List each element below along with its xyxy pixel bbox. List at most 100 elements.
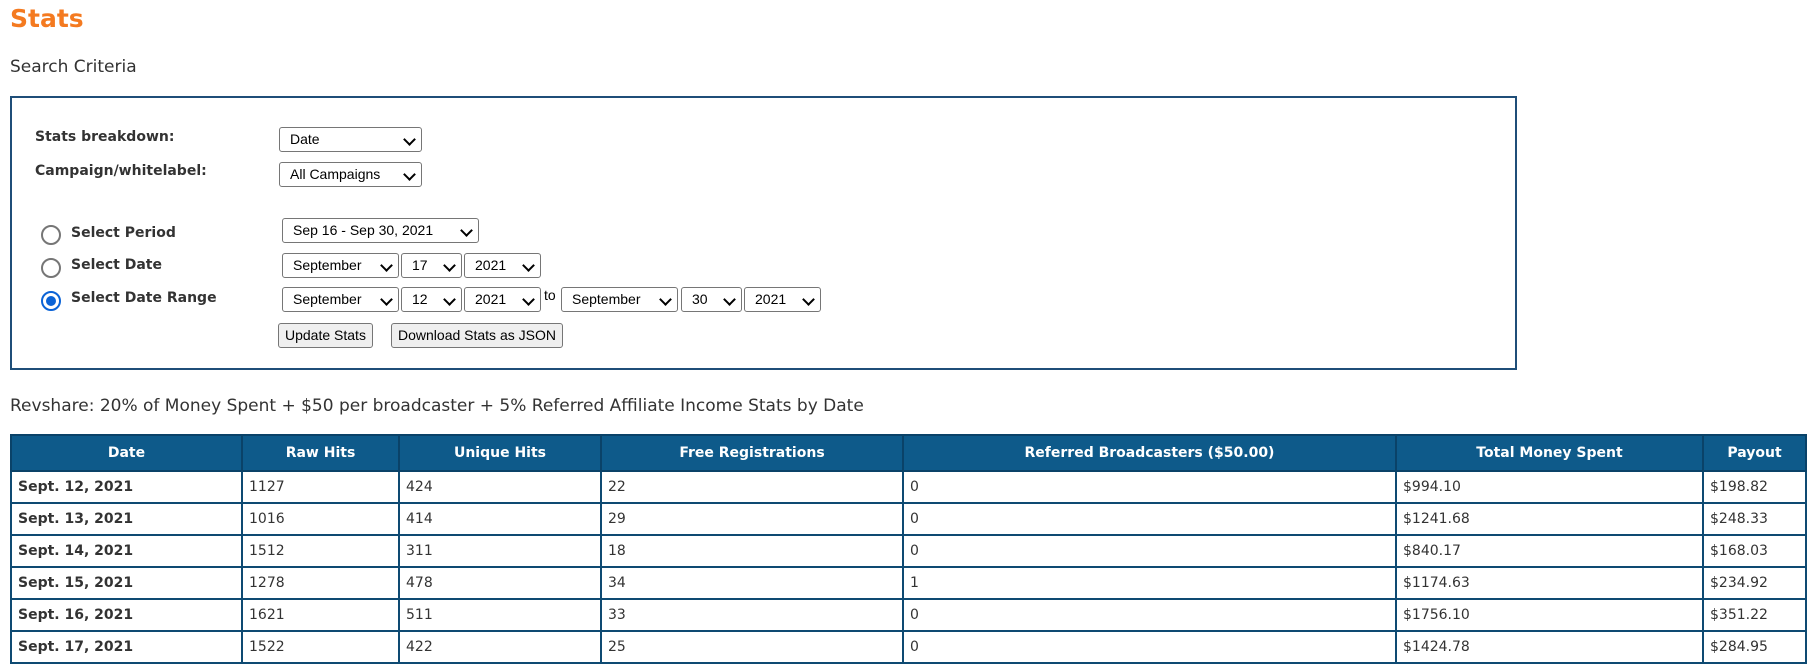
cell-total-money-spent: $1241.68 (1395, 502, 1704, 536)
header-total-money-spent[interactable]: Total Money Spent (1395, 434, 1704, 472)
range-from-month-select[interactable]: September (282, 287, 399, 312)
search-criteria-box: Stats breakdown: Date Campaign/whitelabe… (10, 96, 1517, 370)
table-row: Sept. 12, 2021 1127 424 22 0 $994.10 $19… (10, 470, 1807, 504)
update-stats-button[interactable]: Update Stats (278, 323, 373, 348)
select-date-range-label: Select Date Range (71, 290, 217, 306)
date-year-value: 2021 (475, 257, 507, 273)
download-json-button[interactable]: Download Stats as JSON (391, 323, 563, 348)
chevron-down-icon (802, 293, 815, 306)
cell-payout: $248.33 (1702, 502, 1807, 536)
table-header-row: Date Raw Hits Unique Hits Free Registrat… (10, 434, 1807, 472)
cell-unique-hits: 478 (398, 566, 602, 600)
chevron-down-icon (403, 168, 416, 181)
header-payout[interactable]: Payout (1702, 434, 1807, 472)
cell-total-money-spent: $1756.10 (1395, 598, 1704, 632)
range-to-year-value: 2021 (755, 291, 787, 307)
range-to-day-select[interactable]: 30 (681, 287, 742, 312)
cell-total-money-spent: $994.10 (1395, 470, 1704, 504)
chevron-down-icon (443, 293, 456, 306)
cell-referred-broadcasters: 0 (902, 470, 1397, 504)
page-title: Stats (10, 4, 84, 33)
chevron-down-icon (460, 224, 473, 237)
range-from-month-value: September (293, 291, 362, 307)
chevron-down-icon (522, 293, 535, 306)
chevron-down-icon (443, 259, 456, 272)
range-to-day-value: 30 (692, 291, 708, 307)
cell-payout: $284.95 (1702, 630, 1807, 664)
campaign-label: Campaign/whitelabel: (35, 163, 207, 179)
range-from-day-select[interactable]: 12 (401, 287, 462, 312)
chevron-down-icon (380, 293, 393, 306)
range-to-year-select[interactable]: 2021 (744, 287, 821, 312)
cell-payout: $351.22 (1702, 598, 1807, 632)
header-date[interactable]: Date (10, 434, 243, 472)
select-date-range-radio[interactable] (41, 291, 61, 311)
cell-unique-hits: 422 (398, 630, 602, 664)
cell-date: Sept. 17, 2021 (10, 630, 243, 664)
cell-unique-hits: 424 (398, 470, 602, 504)
search-criteria-title: Search Criteria (10, 57, 137, 77)
chevron-down-icon (380, 259, 393, 272)
period-value: Sep 16 - Sep 30, 2021 (293, 222, 434, 238)
select-date-label: Select Date (71, 257, 162, 273)
range-to-word: to (544, 287, 556, 303)
campaign-select[interactable]: All Campaigns (279, 162, 422, 187)
header-raw-hits[interactable]: Raw Hits (241, 434, 400, 472)
select-date-radio[interactable] (41, 258, 61, 278)
cell-free-registrations: 29 (600, 502, 904, 536)
date-day-value: 17 (412, 257, 428, 273)
cell-referred-broadcasters: 0 (902, 502, 1397, 536)
table-row: Sept. 14, 2021 1512 311 18 0 $840.17 $16… (10, 534, 1807, 568)
cell-raw-hits: 1522 (241, 630, 400, 664)
stats-breakdown-value: Date (290, 131, 320, 147)
cell-date: Sept. 14, 2021 (10, 534, 243, 568)
chevron-down-icon (522, 259, 535, 272)
cell-payout: $234.92 (1702, 566, 1807, 600)
table-row: Sept. 15, 2021 1278 478 34 1 $1174.63 $2… (10, 566, 1807, 600)
range-from-year-select[interactable]: 2021 (464, 287, 541, 312)
cell-raw-hits: 1127 (241, 470, 400, 504)
revshare-title: Revshare: 20% of Money Spent + $50 per b… (10, 396, 864, 416)
stats-table: Date Raw Hits Unique Hits Free Registrat… (10, 434, 1807, 664)
cell-referred-broadcasters: 0 (902, 534, 1397, 568)
chevron-down-icon (723, 293, 736, 306)
select-period-radio[interactable] (41, 225, 61, 245)
cell-total-money-spent: $1174.63 (1395, 566, 1704, 600)
cell-raw-hits: 1278 (241, 566, 400, 600)
stats-breakdown-label: Stats breakdown: (35, 129, 175, 145)
cell-total-money-spent: $1424.78 (1395, 630, 1704, 664)
date-day-select[interactable]: 17 (401, 253, 462, 278)
cell-raw-hits: 1016 (241, 502, 400, 536)
cell-referred-broadcasters: 0 (902, 598, 1397, 632)
cell-date: Sept. 16, 2021 (10, 598, 243, 632)
cell-unique-hits: 511 (398, 598, 602, 632)
date-year-select[interactable]: 2021 (464, 253, 541, 278)
date-month-value: September (293, 257, 362, 273)
header-unique-hits[interactable]: Unique Hits (398, 434, 602, 472)
stats-breakdown-select[interactable]: Date (279, 127, 422, 152)
cell-date: Sept. 13, 2021 (10, 502, 243, 536)
select-period-label: Select Period (71, 225, 176, 241)
cell-raw-hits: 1512 (241, 534, 400, 568)
range-to-month-select[interactable]: September (561, 287, 678, 312)
cell-free-registrations: 33 (600, 598, 904, 632)
chevron-down-icon (403, 133, 416, 146)
header-free-registrations[interactable]: Free Registrations (600, 434, 904, 472)
campaign-value: All Campaigns (290, 166, 381, 182)
cell-free-registrations: 25 (600, 630, 904, 664)
period-select[interactable]: Sep 16 - Sep 30, 2021 (282, 218, 479, 243)
table-row: Sept. 13, 2021 1016 414 29 0 $1241.68 $2… (10, 502, 1807, 536)
header-referred-broadcasters[interactable]: Referred Broadcasters ($50.00) (902, 434, 1397, 472)
cell-total-money-spent: $840.17 (1395, 534, 1704, 568)
range-from-day-value: 12 (412, 291, 428, 307)
cell-referred-broadcasters: 0 (902, 630, 1397, 664)
cell-referred-broadcasters: 1 (902, 566, 1397, 600)
date-month-select[interactable]: September (282, 253, 399, 278)
cell-unique-hits: 414 (398, 502, 602, 536)
range-to-month-value: September (572, 291, 641, 307)
cell-payout: $198.82 (1702, 470, 1807, 504)
cell-unique-hits: 311 (398, 534, 602, 568)
range-from-year-value: 2021 (475, 291, 507, 307)
cell-free-registrations: 22 (600, 470, 904, 504)
cell-date: Sept. 12, 2021 (10, 470, 243, 504)
